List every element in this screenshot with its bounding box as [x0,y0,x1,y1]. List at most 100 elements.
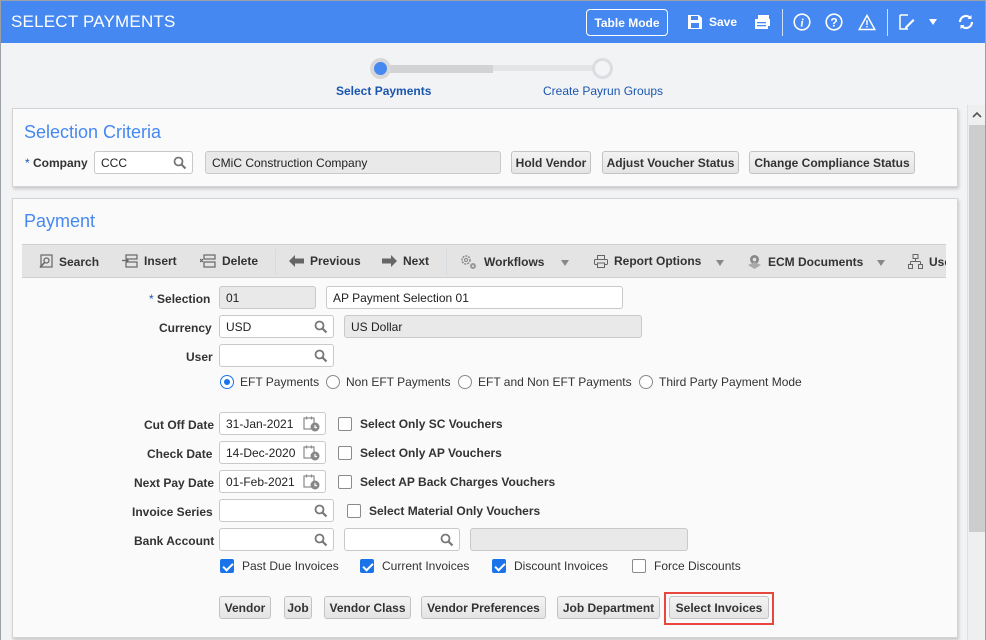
progress-stepper: Select Payments Create Payrun Groups [1,43,967,103]
help-icon[interactable]: ? [824,12,844,32]
warning-icon[interactable] [857,12,877,32]
bank-account-label: Bank Account [134,534,215,548]
selection-code-value: 01 [226,291,240,305]
toolbar-use[interactable]: Use [908,254,946,269]
payment-toolbar: Search Insert Delete Previous Next Workf… [22,244,946,278]
radio-label: Non EFT Payments [346,375,451,389]
checkbox-select-material-only-vouchers[interactable]: Select Material Only Vouchers [347,504,540,518]
checkbox-current-invoices[interactable]: Current Invoices [360,559,469,573]
checkbox-past-due-invoices[interactable]: Past Due Invoices [220,559,339,573]
checkbox-label: Select Only SC Vouchers [360,417,503,431]
search-record-icon [39,254,53,269]
bank-account-secondary-input[interactable] [344,528,460,551]
company-label: * Company [25,156,88,170]
hold-vendor-button[interactable]: Hold Vendor [511,151,591,174]
toolbar-divider [782,9,783,36]
calendar-icon[interactable] [303,474,321,490]
radio-selected-indicator[interactable] [220,375,234,389]
workflows-dropdown-caret[interactable] [561,260,569,266]
page-title: SELECT PAYMENTS [11,12,176,31]
currency-code-input[interactable]: USD [219,315,334,338]
checkbox-box[interactable] [338,417,352,431]
calendar-icon[interactable] [303,416,321,432]
checkbox-select-only-ap-vouchers[interactable]: Select Only AP Vouchers [338,446,502,460]
calendar-icon[interactable] [303,445,321,461]
user-input[interactable] [219,344,334,367]
scrollbar-thumb[interactable] [969,125,985,532]
search-icon[interactable] [314,349,328,363]
search-icon[interactable] [173,156,187,170]
checkbox-box-checked[interactable] [220,559,234,573]
save-button[interactable]: Save [709,15,737,29]
step-2-indicator[interactable] [592,58,613,79]
radio-label: EFT and Non EFT Payments [478,375,632,389]
radio-eft-and-non-eft-payments[interactable]: EFT and Non EFT Payments [458,375,632,389]
radio-indicator[interactable] [326,375,340,389]
edit-icon[interactable] [897,12,917,32]
toolbar-search[interactable]: Search [39,254,99,269]
checkbox-label: Select Only AP Vouchers [360,446,502,460]
toolbar-previous[interactable]: Previous [289,254,361,268]
save-icon[interactable] [685,12,705,32]
company-code-input[interactable]: CCC [94,151,193,174]
toolbar-next[interactable]: Next [382,254,429,268]
selection-description-input[interactable]: AP Payment Selection 01 [326,286,623,309]
check-date-input[interactable]: 14-Dec-2020 [219,441,326,464]
ecm-documents-dropdown-caret[interactable] [877,260,885,266]
adjust-voucher-status-button[interactable]: Adjust Voucher Status [602,151,739,174]
step-create-payrun-groups[interactable]: Create Payrun Groups [543,84,663,98]
cut-off-date-input[interactable]: 31-Jan-2021 [219,412,326,435]
radio-indicator[interactable] [458,375,472,389]
radio-eft-payments[interactable]: EFT Payments [220,375,319,389]
search-icon[interactable] [314,504,328,518]
toolbar-previous-label: Previous [310,254,361,268]
toolbar-workflows[interactable]: Workflows [460,254,544,270]
radio-label: EFT Payments [240,375,320,389]
toolbar-report-options[interactable]: Report Options [594,254,701,268]
info-icon[interactable]: i [792,12,812,32]
search-icon[interactable] [314,533,328,547]
step-select-payments[interactable]: Select Payments [336,84,431,98]
selection-description-value: AP Payment Selection 01 [333,291,469,305]
table-mode-button[interactable]: Table Mode [586,9,668,36]
toolbar-divider [887,9,888,36]
checkbox-select-only-sc-vouchers[interactable]: Select Only SC Vouchers [338,417,503,431]
job-department-button[interactable]: Job Department [557,596,660,619]
change-compliance-status-button[interactable]: Change Compliance Status [749,151,915,174]
toolbar-report-options-label: Report Options [614,254,702,268]
step-1-indicator[interactable] [370,58,391,79]
step-track-progress [381,65,493,73]
vertical-scrollbar[interactable] [967,105,985,640]
scroll-up-icon[interactable] [972,111,982,119]
toolbar-insert[interactable]: Insert [122,254,177,268]
refresh-icon[interactable] [956,12,976,32]
checkbox-box-checked[interactable] [360,559,374,573]
dropdown-icon[interactable] [923,12,943,32]
next-pay-date-input[interactable]: 01-Feb-2021 [219,470,326,493]
checkbox-box-checked[interactable] [492,559,506,573]
toolbar-delete[interactable]: Delete [200,254,258,268]
checkbox-discount-invoices[interactable]: Discount Invoices [492,559,608,573]
insert-icon [122,254,138,268]
checkbox-box[interactable] [338,475,352,489]
search-icon[interactable] [314,320,328,334]
report-options-dropdown-caret[interactable] [716,260,724,266]
bank-account-input[interactable] [219,528,334,551]
checkbox-select-ap-back-charges-vouchers[interactable]: Select AP Back Charges Vouchers [338,475,555,489]
checkbox-box[interactable] [347,504,361,518]
invoice-series-input[interactable] [219,499,334,522]
radio-third-party-payment-mode[interactable]: Third Party Payment Mode [639,375,802,389]
radio-non-eft-payments[interactable]: Non EFT Payments [326,375,450,389]
vendor-button[interactable]: Vendor [219,596,271,619]
checkbox-force-discounts[interactable]: Force Discounts [632,559,741,573]
company-name-field: CMiC Construction Company [205,151,501,174]
vendor-preferences-button[interactable]: Vendor Preferences [421,596,546,619]
checkbox-box[interactable] [632,559,646,573]
search-icon[interactable] [440,533,454,547]
checkbox-box[interactable] [338,446,352,460]
vendor-class-button[interactable]: Vendor Class [324,596,411,619]
radio-indicator[interactable] [639,375,653,389]
toolbar-ecm-documents[interactable]: ECM Documents [747,254,863,270]
print-icon[interactable] [752,12,772,32]
job-button[interactable]: Job [284,596,312,619]
